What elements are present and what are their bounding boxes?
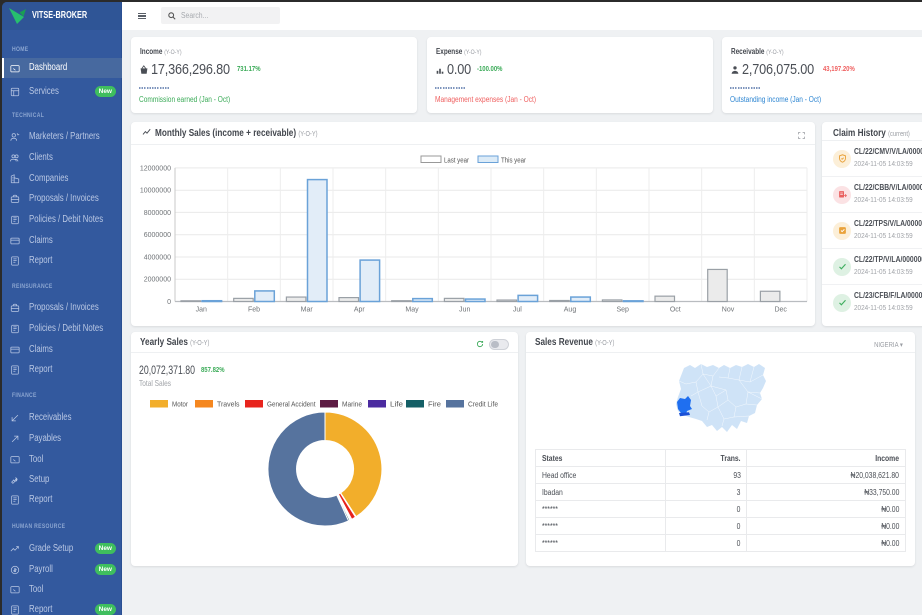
svg-text:Last year: Last year: [444, 158, 470, 165]
svg-text:12000000: 12000000: [140, 165, 171, 172]
svg-text:Motor: Motor: [172, 402, 189, 409]
svg-text:Oct: Oct: [670, 307, 681, 314]
svg-text:Feb: Feb: [248, 307, 260, 314]
svg-text:Nov: Nov: [722, 307, 735, 314]
svg-text:Marine: Marine: [342, 402, 362, 409]
svg-text:4000000: 4000000: [144, 255, 171, 262]
svg-text:Credit Life: Credit Life: [468, 402, 498, 409]
svg-text:Jun: Jun: [459, 307, 470, 314]
svg-text:10000000: 10000000: [140, 188, 171, 195]
svg-text:Dec: Dec: [774, 307, 787, 314]
svg-text:0: 0: [167, 299, 171, 306]
svg-text:Fire: Fire: [428, 402, 441, 409]
svg-text:General Accident: General Accident: [267, 402, 316, 409]
svg-text:2000000: 2000000: [144, 277, 171, 284]
svg-text:This year: This year: [501, 158, 527, 165]
svg-text:May: May: [405, 307, 419, 314]
svg-text:Life: Life: [390, 402, 403, 409]
svg-text:6000000: 6000000: [144, 232, 171, 239]
svg-text:Apr: Apr: [354, 307, 366, 314]
svg-text:8000000: 8000000: [144, 210, 171, 217]
svg-text:Travels: Travels: [217, 402, 240, 409]
svg-text:Mar: Mar: [301, 307, 314, 314]
svg-text:Jan: Jan: [196, 307, 207, 314]
svg-text:Sep: Sep: [616, 307, 629, 314]
svg-text:Aug: Aug: [564, 307, 577, 314]
svg-text:Jul: Jul: [513, 307, 522, 314]
